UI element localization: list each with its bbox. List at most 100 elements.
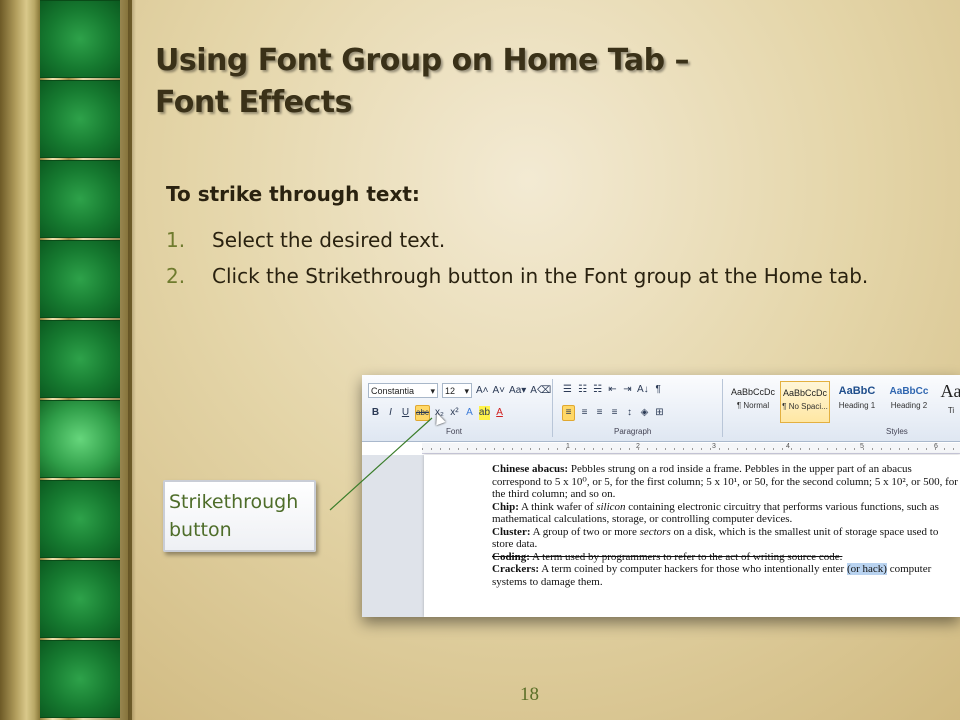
document-text[interactable]: Chinese abacus: Pebbles strung on a rod … [492, 463, 958, 588]
show-hide-button[interactable]: ¶ [653, 383, 664, 397]
term: Chinese abacus: [492, 463, 569, 475]
justify-button[interactable]: ≡ [609, 406, 620, 420]
shrink-font-button[interactable]: A˅ [493, 384, 506, 398]
step-text: Click the Strikethrough button in the Fo… [212, 264, 869, 288]
bullets-button[interactable]: ☰ [562, 383, 573, 397]
term: Coding: [492, 550, 530, 563]
paragraph-row-2: ≡ ≡ ≡ ≡ ↕ ◈ ⊞ [562, 405, 665, 421]
align-left-button[interactable]: ≡ [562, 405, 575, 421]
style-normal[interactable]: AaBbCcDc ¶ Normal [728, 381, 778, 423]
word-screenshot: Constantia ▾ 12 ▾ A˄ A˅ Aa▾ A⌫ ☰ ☷ ☵ ⇤ ⇥ A… [362, 375, 960, 617]
ruler-number: 4 [786, 443, 790, 450]
grow-font-button[interactable]: A˄ [476, 384, 489, 398]
style-title[interactable]: Aa Ti [936, 381, 960, 423]
term: Crackers: [492, 563, 540, 575]
glossary-entry: Chinese abacus: Pebbles strung on a rod … [492, 463, 958, 501]
align-center-button[interactable]: ≡ [579, 406, 590, 420]
text-effects-button[interactable]: A [464, 406, 475, 420]
style-label: Ti [947, 406, 955, 415]
chevron-down-icon: ▾ [430, 386, 435, 396]
superscript-button[interactable]: x² [449, 406, 460, 420]
step-item: 1. Select the desired text. [166, 226, 936, 254]
subheading: To strike through text: [166, 182, 420, 206]
ruler-numbers: 1 2 3 4 5 6 [422, 443, 960, 453]
term: Chip: [492, 500, 519, 513]
steps-list: 1. Select the desired text. 2. Click the… [166, 226, 936, 298]
style-sample: AaBbCc [889, 386, 929, 397]
slide-title-line-1: Using Font Group on Home Tab – [155, 43, 690, 78]
ruler-number: 6 [934, 443, 938, 450]
green-tile [40, 560, 120, 638]
callout-line-2: button [169, 519, 232, 541]
change-case-button[interactable]: Aa▾ [509, 384, 526, 398]
step-text: Select the desired text. [212, 228, 446, 252]
slide-title: Using Font Group on Home Tab – Font Effe… [155, 40, 690, 124]
font-color-button[interactable]: A [494, 406, 505, 420]
font-name-value: Constantia [371, 386, 415, 396]
step-number: 1. [166, 228, 186, 252]
clear-formatting-button[interactable]: A⌫ [530, 384, 551, 398]
italic-word: silicon [596, 500, 626, 513]
style-no-spacing[interactable]: AaBbCcDc ¶ No Spaci... [780, 381, 830, 423]
font-row-1: Constantia ▾ 12 ▾ A˄ A˅ Aa▾ A⌫ [368, 383, 551, 398]
step-item: 2. Click the Strikethrough button in the… [166, 262, 936, 290]
ruler-number: 2 [636, 443, 640, 450]
strikethrough-button[interactable]: abc [415, 405, 430, 421]
style-label: ¶ Normal [736, 401, 770, 410]
borders-button[interactable]: ⊞ [654, 406, 665, 420]
green-tile [40, 640, 120, 718]
line-spacing-button[interactable]: ↕ [624, 406, 635, 420]
decrease-indent-button[interactable]: ⇤ [607, 383, 618, 397]
ruler-number: 3 [712, 443, 716, 450]
shading-button[interactable]: ◈ [639, 406, 650, 420]
glossary-entry-strikethrough: Coding: A term used by programmers to re… [492, 551, 958, 564]
green-tile-highlighted [40, 400, 120, 478]
style-sample: AaBbCcDc [782, 388, 827, 398]
green-tile [40, 480, 120, 558]
document-page[interactable]: Chinese abacus: Pebbles strung on a rod … [424, 455, 960, 617]
ruler-number: 5 [860, 443, 864, 450]
group-divider [552, 379, 553, 437]
ribbon: Constantia ▾ 12 ▾ A˄ A˅ Aa▾ A⌫ ☰ ☷ ☵ ⇤ ⇥ A… [362, 375, 960, 442]
green-tile-column [40, 0, 120, 720]
styles-group-label: Styles [886, 427, 908, 436]
green-tile [40, 80, 120, 158]
style-sample: AaBbC [838, 385, 876, 397]
chevron-down-icon: ▾ [464, 386, 469, 396]
strikethrough-callout: Strikethrough button [163, 480, 316, 552]
glossary-entry: Chip: A think wafer of silicon containin… [492, 501, 958, 526]
term: Cluster: [492, 525, 531, 538]
underline-button[interactable]: U [400, 406, 411, 420]
glossary-entry: Crackers: A term coined by computer hack… [492, 563, 958, 588]
font-name-combo[interactable]: Constantia ▾ [368, 383, 438, 398]
definition: A term used by programmers to refer to t… [529, 550, 843, 563]
strip-shadow [128, 0, 136, 720]
font-size-value: 12 [445, 386, 456, 396]
bold-button[interactable]: B [370, 406, 381, 420]
green-tile [40, 320, 120, 398]
paragraph-row-1: ☰ ☷ ☵ ⇤ ⇥ A↓ ¶ [562, 383, 664, 397]
step-number: 2. [166, 264, 186, 288]
slide-title-line-2: Font Effects [155, 85, 352, 120]
definition: A think wafer of [518, 500, 597, 513]
increase-indent-button[interactable]: ⇥ [622, 383, 633, 397]
numbering-button[interactable]: ☷ [577, 383, 588, 397]
font-size-combo[interactable]: 12 ▾ [442, 383, 472, 398]
callout-line-1: Strikethrough [169, 491, 299, 513]
align-right-button[interactable]: ≡ [594, 406, 605, 420]
definition: A group of two or more [530, 525, 640, 538]
style-heading-1[interactable]: AaBbC Heading 1 [832, 381, 882, 423]
selected-text[interactable]: (or hack) [846, 563, 887, 575]
glossary-entry: Cluster: A group of two or more sectors … [492, 526, 958, 551]
highlight-color-button[interactable]: ab [478, 406, 491, 420]
green-tile [40, 240, 120, 318]
style-label: ¶ No Spaci... [782, 402, 828, 411]
multilevel-list-button[interactable]: ☵ [592, 383, 603, 397]
sort-button[interactable]: A↓ [637, 383, 649, 397]
green-tile [40, 160, 120, 238]
italic-button[interactable]: I [385, 406, 396, 420]
style-label: Heading 2 [890, 401, 928, 410]
style-heading-2[interactable]: AaBbCc Heading 2 [884, 381, 934, 423]
page-number: 18 [520, 684, 539, 705]
green-tile [40, 0, 120, 78]
